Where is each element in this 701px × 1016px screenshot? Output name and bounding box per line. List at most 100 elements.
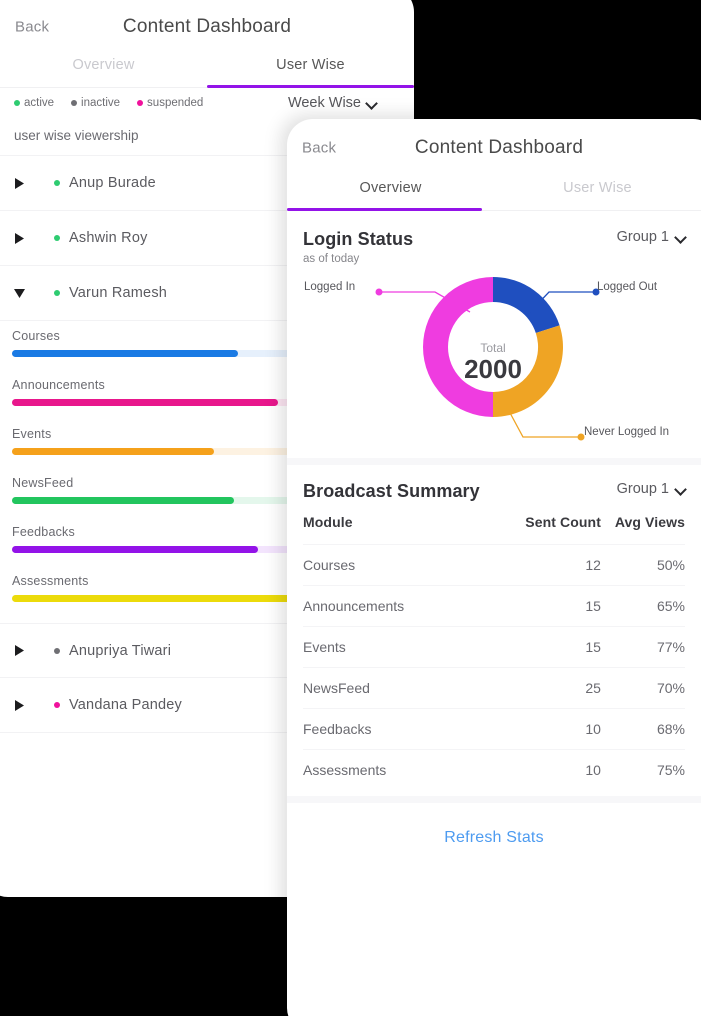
column-header-avg-views: Avg Views: [614, 514, 685, 530]
status-legend: active inactive suspended: [14, 97, 203, 109]
back-button[interactable]: Back: [302, 140, 336, 157]
cell-avg-views: 65%: [600, 585, 685, 627]
user-status-dot: [54, 180, 60, 186]
section-divider: [287, 796, 701, 803]
cell-sent-count: 12: [501, 544, 601, 586]
cell-avg-views: 77%: [600, 626, 685, 668]
cell-sent-count: 10: [501, 708, 601, 750]
chevron-down-icon: [676, 485, 685, 494]
broadcast-summary-table: Module Sent Count Avg Views Courses 12 5…: [303, 502, 685, 790]
cell-sent-count: 25: [501, 667, 601, 709]
tab-user-wise[interactable]: User Wise: [207, 54, 414, 87]
chevron-down-icon: [676, 233, 685, 242]
cell-avg-views: 70%: [600, 667, 685, 709]
refresh-stats-button[interactable]: Refresh Stats: [444, 829, 544, 846]
progress-fill: [12, 350, 238, 357]
cell-avg-views: 75%: [600, 749, 685, 790]
donut-label-never-logged-in: Never Logged In: [584, 426, 670, 438]
user-name: Vandana Pandey: [69, 697, 182, 713]
cell-sent-count: 15: [501, 626, 601, 668]
donut-center-value: 2000: [464, 354, 522, 384]
back-card-navbar: Back Content Dashboard: [0, 0, 414, 54]
legend-item-suspended: suspended: [137, 97, 203, 109]
cell-sent-count: 10: [501, 749, 601, 790]
table-row: Events 15 77%: [303, 626, 685, 668]
chevron-right-icon[interactable]: [12, 177, 26, 189]
broadcast-group-dropdown[interactable]: Group 1: [617, 481, 685, 497]
table-row: NewsFeed 25 70%: [303, 667, 685, 709]
user-status-dot: [54, 647, 60, 654]
overview-card: Back Content Dashboard Overview User Wis…: [287, 119, 701, 1016]
screen-root: Back Content Dashboard Overview User Wis…: [0, 0, 701, 1016]
table-row: Announcements 15 65%: [303, 585, 685, 627]
week-wise-dropdown[interactable]: Week Wise: [288, 95, 400, 111]
chevron-right-icon[interactable]: [12, 232, 26, 244]
cell-sent-count: 15: [501, 585, 601, 627]
chevron-right-icon[interactable]: [12, 699, 26, 711]
cell-avg-views: 68%: [600, 708, 685, 750]
user-status-dot: [54, 235, 60, 241]
donut-label-logged-out: Logged Out: [597, 281, 658, 293]
status-dot-inactive: [71, 100, 78, 106]
progress-fill: [12, 497, 234, 504]
status-dot-suspended: [137, 100, 144, 106]
login-status-group-dropdown[interactable]: Group 1: [617, 229, 685, 245]
legend-item-inactive: inactive: [71, 97, 120, 109]
login-status-header: Login Status as of today Group 1: [287, 211, 701, 265]
page-title: Content Dashboard: [122, 16, 292, 37]
broadcast-summary-header: Broadcast Summary Group 1: [287, 465, 701, 502]
week-wise-label: Week Wise: [287, 95, 361, 111]
cell-module: Assessments: [303, 749, 502, 790]
progress-fill: [12, 399, 278, 406]
active-tab-indicator: [207, 85, 414, 88]
user-name: Varun Ramesh: [69, 285, 168, 301]
group-filter-label: Group 1: [616, 229, 669, 245]
table-row: Assessments 10 75%: [303, 749, 685, 790]
column-header-module: Module: [303, 514, 353, 530]
cell-module: Events: [303, 626, 502, 668]
donut-label-logged-in: Logged In: [304, 281, 356, 293]
user-name: Anup Burade: [69, 175, 156, 191]
broadcast-summary-table-wrap: Module Sent Count Avg Views Courses 12 5…: [287, 502, 701, 790]
cell-module: Courses: [303, 544, 502, 586]
tab-overview[interactable]: Overview: [287, 177, 494, 210]
table-header-row: Module Sent Count Avg Views: [303, 502, 685, 545]
tab-user-wise[interactable]: User Wise: [494, 177, 701, 210]
section-divider: [287, 458, 701, 465]
donut-slice-logged-out: [493, 277, 560, 333]
chevron-down-icon: [367, 99, 376, 108]
status-dot-active: [14, 100, 20, 106]
user-status-dot: [54, 290, 60, 296]
user-status-dot: [54, 702, 60, 708]
front-card-navbar: Back Content Dashboard: [287, 119, 701, 177]
cell-avg-views: 50%: [600, 544, 685, 586]
user-name: Ashwin Roy: [69, 230, 148, 246]
callout-dot-logged-in: [375, 288, 383, 296]
column-header-sent-count: Sent Count: [525, 514, 601, 530]
legend-item-active: active: [14, 97, 54, 109]
table-row: Courses 12 50%: [303, 544, 685, 586]
cell-module: Feedbacks: [303, 708, 502, 750]
table-row: Feedbacks 10 68%: [303, 708, 685, 750]
cell-module: NewsFeed: [303, 667, 502, 709]
chevron-right-icon[interactable]: [12, 645, 26, 656]
login-status-donut-chart: Total 2000 Logged In Logged Out Never Lo…: [287, 265, 701, 458]
cell-module: Announcements: [303, 585, 502, 627]
legend-label-suspended: suspended: [147, 97, 204, 109]
refresh-stats-wrap: Refresh Stats: [287, 803, 701, 847]
group-filter-label: Group 1: [616, 481, 669, 497]
progress-fill: [12, 546, 258, 553]
page-title: Content Dashboard: [414, 137, 584, 158]
front-card-tabs: Overview User Wise: [287, 177, 701, 211]
user-name: Anupriya Tiwari: [69, 642, 172, 659]
login-status-title: Login Status: [303, 229, 414, 249]
active-tab-indicator: [287, 208, 482, 211]
back-card-tabs: Overview User Wise: [0, 54, 414, 88]
callout-line-never-logged-in: [508, 410, 578, 438]
back-button[interactable]: Back: [15, 19, 49, 36]
status-legend-row: active inactive suspended Week Wise: [0, 88, 414, 118]
tab-overview[interactable]: Overview: [0, 54, 207, 87]
broadcast-summary-title: Broadcast Summary: [303, 481, 480, 501]
chevron-down-icon[interactable]: [12, 288, 26, 298]
legend-label-active: active: [24, 97, 55, 109]
